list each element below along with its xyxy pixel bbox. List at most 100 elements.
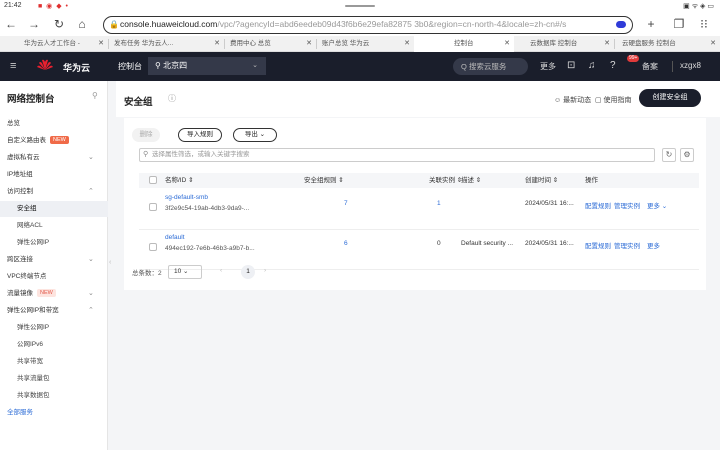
help-icon[interactable]: ? (610, 60, 616, 71)
close-tab-icon[interactable]: ✕ (306, 36, 312, 52)
huawei-logo[interactable] (35, 58, 55, 72)
close-tab-icon[interactable]: ✕ (98, 36, 104, 52)
account-menu[interactable]: xzgx8 (680, 61, 701, 70)
more-actions-link[interactable]: 更多 (647, 240, 660, 250)
sidebar-item[interactable]: 共享流量包 (0, 371, 108, 387)
manage-instances-link[interactable]: 管理实例 (614, 240, 640, 250)
home-icon[interactable]: ⌂ (75, 17, 89, 31)
configure-rules-link[interactable]: 配置规则 (585, 200, 611, 210)
browser-tab[interactable]: 云数据库 控制台 ✕ (514, 36, 614, 52)
reload-icon[interactable]: ↻ (52, 17, 66, 31)
sidebar-item[interactable]: 公网IPv6 (0, 337, 108, 353)
new-tab-icon[interactable]: + (644, 17, 658, 31)
sidebar-item[interactable]: 弹性公网IP (0, 235, 108, 251)
sidebar-item-label: 共享数据包 (17, 392, 50, 399)
browser-tab[interactable]: 华为云人才工作台 - ✕ (0, 36, 108, 52)
close-tab-icon[interactable]: ✕ (604, 36, 610, 52)
global-search-input[interactable]: Q 搜索云服务 (453, 58, 528, 75)
sidebar-item[interactable]: IP地址组 (0, 167, 108, 183)
security-group-name-link[interactable]: sg-default-smb (165, 194, 208, 201)
select-all-checkbox[interactable] (149, 176, 157, 184)
close-tab-icon[interactable]: ✕ (504, 36, 510, 52)
sidebar-item[interactable]: 自定义路由表 NEW (0, 133, 108, 149)
sidebar-item[interactable]: 虚拟私有云 ⌄ (0, 150, 108, 166)
settings-gear-icon[interactable]: ⚙ (680, 148, 694, 162)
import-rules-button[interactable]: 导入规则 (178, 128, 222, 142)
notification-bell-icon[interactable]: ♫ (588, 60, 596, 71)
sidebar-item[interactable]: 跨区连接 ⌄ (0, 252, 108, 268)
system-indicator-icons: ▣ ᯤ ◈ ▭ (683, 3, 714, 10)
latest-news-link[interactable]: ☺ 最新动态 (554, 95, 591, 105)
window-drag-handle[interactable] (345, 5, 375, 7)
search-icon[interactable]: ⚲ (92, 91, 98, 100)
lock-icon: 🔒 (109, 20, 119, 29)
browser-tab[interactable]: 账户总览 华为云 ✕ (316, 36, 414, 52)
col-rules[interactable]: 安全组规则 ⇕ (304, 173, 344, 188)
console-link[interactable]: 控制台 (118, 61, 142, 72)
sidebar-item-label: 共享带宽 (17, 358, 43, 365)
rules-count-link[interactable]: 7 (344, 200, 348, 207)
filing-link[interactable]: 备案 (642, 61, 658, 72)
configure-rules-link[interactable]: 配置规则 (585, 240, 611, 250)
extension-icon[interactable] (616, 21, 626, 28)
prev-page-icon[interactable]: ‹ (220, 267, 222, 274)
more-menu[interactable]: 更多 (540, 61, 556, 72)
user-guide-link[interactable]: ▢ 使用指南 (595, 95, 632, 105)
rules-count-link[interactable]: 6 (344, 240, 348, 247)
sidebar-item[interactable]: 全部服务 (0, 405, 108, 421)
sidebar-item[interactable]: 安全组 (0, 201, 108, 217)
browser-tab[interactable]: 发布任务 华为云人... ✕ (108, 36, 224, 52)
col-created[interactable]: 创建时间 ⇕ (525, 173, 558, 188)
export-button[interactable]: 导出 ⌄ (233, 128, 277, 142)
sidebar-item-label: 虚拟私有云 (7, 154, 40, 161)
create-security-group-button[interactable]: 创建安全组 (639, 89, 701, 107)
browser-tab[interactable]: 云硬盘服务 控制台 ✕ (614, 36, 720, 52)
more-actions-link[interactable]: 更多 ⌄ (647, 200, 667, 210)
tab-overview-icon[interactable]: ❐ (672, 17, 686, 31)
page-header: 安全组 ⓘ ☺ 最新动态 ▢ 使用指南 创建安全组 (116, 81, 720, 117)
filter-input[interactable]: ⚲ 选择属性筛选，或输入关键字搜索 (139, 148, 655, 162)
security-group-card: 删除 导入规则 导出 ⌄ ⚲ 选择属性筛选，或输入关键字搜索 ↻ ⚙ 名称/ID … (124, 118, 706, 290)
region-selector[interactable]: ⚲ 北京四 ⌄ (148, 57, 266, 75)
sidebar-item[interactable]: 共享带宽 (0, 354, 108, 370)
filter-placeholder: 选择属性筛选，或输入关键字搜索 (152, 151, 250, 158)
delete-button[interactable]: 删除 (132, 128, 160, 142)
next-page-icon[interactable]: › (264, 267, 266, 274)
collapse-arrow-icon[interactable]: ‹ (109, 259, 111, 266)
row-checkbox[interactable] (149, 203, 157, 211)
dashboard-icon[interactable]: ⊡ (567, 60, 575, 71)
sidebar-item[interactable]: 访问控制 ⌃ (0, 184, 108, 200)
row-checkbox[interactable] (149, 243, 157, 251)
address-bar[interactable]: 🔒 console.huaweicloud.com/vpc/?agencyId=… (103, 16, 633, 34)
browser-tab-active[interactable]: 控制台 ✕ (414, 36, 514, 52)
sidebar-item[interactable]: 流量镜像 NEW ⌄ (0, 286, 108, 302)
col-name[interactable]: 名称/ID ⇕ (165, 173, 194, 188)
forward-icon[interactable]: → (27, 17, 41, 31)
back-icon[interactable]: ← (4, 17, 18, 31)
col-description[interactable]: 描述 ⇕ (461, 173, 481, 188)
sidebar-item[interactable]: VPC终端节点 (0, 269, 108, 285)
col-instances[interactable]: 关联实例 ⇕ (429, 173, 462, 188)
page-number[interactable]: 1 (241, 265, 255, 279)
sidebar-item-label: 公网IPv6 (17, 341, 44, 348)
close-tab-icon[interactable]: ✕ (214, 36, 220, 52)
menu-icon[interactable]: ⁝⁝ (697, 17, 711, 31)
sidebar-collapse-bar[interactable]: ‹ (108, 81, 116, 450)
hamburger-menu-icon[interactable]: ≡ (10, 60, 16, 72)
close-tab-icon[interactable]: ✕ (404, 36, 410, 52)
sidebar-item[interactable]: 共享数据包 (0, 388, 108, 404)
sidebar-item[interactable]: 总览 (0, 116, 108, 132)
manage-instances-link[interactable]: 管理实例 (614, 200, 640, 210)
browser-tab[interactable]: 费用中心 总览 ✕ (224, 36, 316, 52)
sidebar-item[interactable]: 弹性公网IP (0, 320, 108, 336)
close-tab-icon[interactable]: ✕ (710, 36, 716, 52)
security-group-name-link[interactable]: default (165, 234, 185, 241)
sidebar-item[interactable]: 网络ACL (0, 218, 108, 234)
instances-count-link[interactable]: 1 (437, 200, 441, 207)
sidebar-item[interactable]: 弹性公网IP和带宽 ⌃ (0, 303, 108, 319)
refresh-button[interactable]: ↻ (662, 148, 676, 162)
brand-name[interactable]: 华为云 (63, 61, 90, 74)
help-circle-icon[interactable]: ⓘ (168, 93, 176, 104)
col-actions: 操作 (585, 177, 598, 184)
page-size-select[interactable]: 10 ⌄ (168, 265, 202, 279)
